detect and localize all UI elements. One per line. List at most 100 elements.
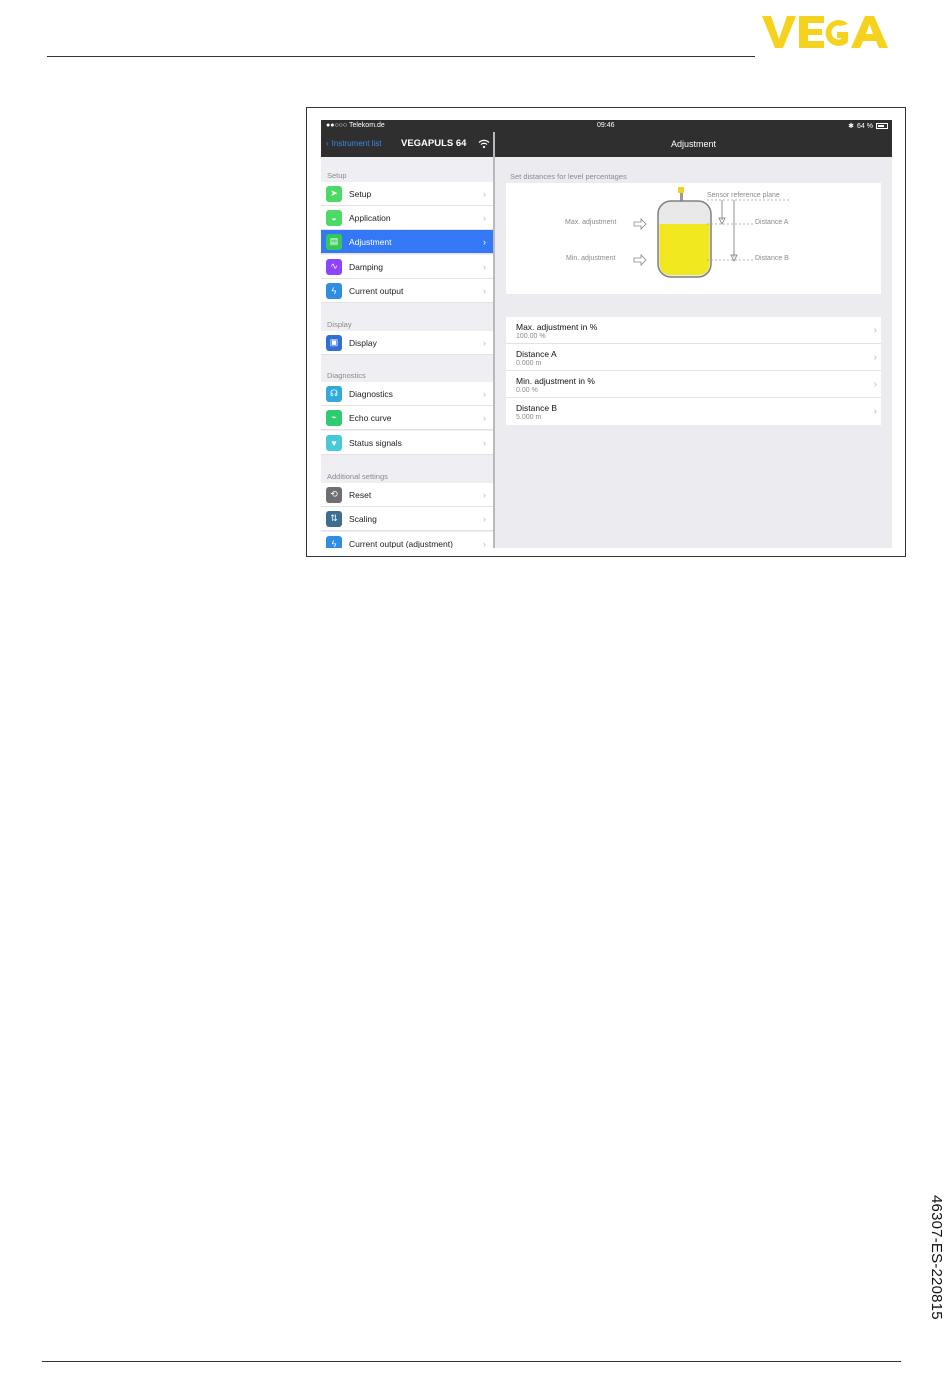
echo-curve-icon: ⌁ bbox=[326, 409, 342, 426]
document-code: 46307-ES-220815 bbox=[928, 1195, 945, 1320]
sidebar-menu: Setup ➤ Setup › ◒ Application › ▤ Adjust… bbox=[321, 157, 493, 548]
battery-indicator: ✱ 64 % bbox=[848, 122, 888, 130]
navigation-bar: ‹ Instrument list VEGAPULS 64 Adjustment bbox=[321, 132, 892, 157]
sidebar-item-setup[interactable]: ➤ Setup › bbox=[321, 182, 493, 206]
device-title: VEGAPULS 64 bbox=[401, 138, 467, 149]
app-screenshot-frame: ●●○○○ Telekom.de 09:46 ✱ 64 % ‹ Instrume… bbox=[306, 107, 906, 557]
sidebar-item-label: Reset bbox=[349, 489, 372, 500]
param-name: Distance B bbox=[516, 403, 558, 413]
param-value: 0.000 m bbox=[516, 360, 542, 367]
header-rule bbox=[47, 56, 755, 57]
sidebar-item-diagnostics[interactable]: ☊ Diagnostics › bbox=[321, 382, 493, 406]
param-value: 0.00 % bbox=[516, 387, 538, 394]
detail-pane: Set distances for level percentages Sens… bbox=[495, 157, 892, 548]
sidebar-item-application[interactable]: ◒ Application › bbox=[321, 206, 493, 230]
tank-fill bbox=[659, 224, 710, 275]
sidebar-item-reset[interactable]: ⟲ Reset › bbox=[321, 483, 493, 507]
sidebar-item-label: Echo curve bbox=[349, 412, 392, 423]
sidebar-item-echo-curve[interactable]: ⌁ Echo curve › bbox=[321, 406, 493, 430]
display-icon: ▣ bbox=[326, 334, 342, 351]
param-value: 5.000 m bbox=[516, 414, 542, 421]
min-adjustment-label: Min. adjustment bbox=[566, 255, 616, 262]
battery-icon bbox=[876, 123, 888, 129]
chevron-right-icon: › bbox=[483, 285, 486, 296]
section-header-display: Display bbox=[327, 320, 352, 329]
param-max-adjustment[interactable]: Max. adjustment in % 100.00 % › bbox=[506, 317, 881, 344]
scaling-icon: ⇅ bbox=[326, 510, 342, 527]
sidebar-item-current-output[interactable]: ϟ Current output › bbox=[321, 279, 493, 303]
wave-icon: ∿ bbox=[326, 258, 342, 275]
sidebar-item-display[interactable]: ▣ Display › bbox=[321, 331, 493, 355]
chevron-right-icon: › bbox=[483, 437, 486, 448]
section-header-setup: Setup bbox=[327, 171, 347, 180]
clock-text: 09:46 bbox=[597, 122, 615, 129]
tablet-screen: ●●○○○ Telekom.de 09:46 ✱ 64 % ‹ Instrume… bbox=[321, 120, 892, 548]
wifi-icon[interactable] bbox=[478, 139, 490, 149]
max-adjustment-label: Max. adjustment bbox=[565, 219, 617, 226]
footer-rule bbox=[42, 1361, 901, 1362]
param-distance-a[interactable]: Distance A 0.000 m › bbox=[506, 344, 881, 371]
diagram-caption: Set distances for level percentages bbox=[510, 172, 627, 181]
tank-diagram-graphic bbox=[633, 187, 791, 278]
sidebar-item-status-signals[interactable]: ♥ Status signals › bbox=[321, 431, 493, 455]
distance-a-label: Distance A bbox=[755, 219, 789, 226]
sensor-icon bbox=[678, 187, 684, 193]
sidebar-item-label: Current output bbox=[349, 285, 404, 296]
chevron-right-icon: › bbox=[873, 352, 877, 363]
chevron-right-icon: › bbox=[483, 412, 486, 423]
sidebar-item-label: Damping bbox=[349, 261, 384, 272]
back-button[interactable]: ‹ Instrument list bbox=[326, 139, 381, 148]
sidebar-item-label: Display bbox=[349, 337, 377, 348]
distance-b-label: Distance B bbox=[755, 255, 789, 262]
chevron-left-icon: ‹ bbox=[326, 139, 329, 148]
chevron-right-icon: › bbox=[483, 489, 486, 500]
arrow-right-icon bbox=[633, 254, 647, 266]
chevron-right-icon: › bbox=[483, 538, 486, 549]
arrow-right-icon bbox=[633, 218, 647, 230]
chevron-right-icon: › bbox=[483, 388, 486, 399]
chevron-right-icon: › bbox=[483, 513, 486, 524]
chevron-right-icon: › bbox=[483, 188, 486, 199]
chevron-right-icon: › bbox=[873, 379, 877, 390]
sidebar-item-adjustment[interactable]: ▤ Adjustment › bbox=[321, 230, 493, 254]
sidebar-item-current-output-adjustment[interactable]: ϟ Current output (adjustment) › bbox=[321, 532, 493, 548]
lightning-icon: ϟ bbox=[326, 535, 342, 548]
param-name: Min. adjustment in % bbox=[516, 376, 595, 386]
adjustment-diagram: Sensor reference plane Max. adjustment M… bbox=[506, 183, 881, 294]
lightning-icon: ϟ bbox=[326, 282, 342, 299]
back-button-label: Instrument list bbox=[331, 139, 382, 148]
tank-icon: ◒ bbox=[326, 209, 342, 226]
param-distance-b[interactable]: Distance B 5.000 m › bbox=[506, 398, 881, 425]
chevron-right-icon: › bbox=[483, 236, 486, 247]
battery-percent: 64 % bbox=[857, 122, 873, 130]
sidebar-item-label: Status signals bbox=[349, 437, 402, 448]
sidebar-item-label: Scaling bbox=[349, 513, 377, 524]
parameter-list: Max. adjustment in % 100.00 % › Distance… bbox=[506, 317, 881, 425]
chevron-right-icon: › bbox=[483, 212, 486, 223]
sidebar-item-scaling[interactable]: ⇅ Scaling › bbox=[321, 507, 493, 531]
sidebar-item-label: Current output (adjustment) bbox=[349, 538, 453, 549]
vega-logo bbox=[762, 16, 888, 48]
chevron-right-icon: › bbox=[483, 261, 486, 272]
reset-icon: ⟲ bbox=[326, 486, 342, 503]
heart-icon: ♥ bbox=[326, 434, 342, 451]
section-header-diagnostics: Diagnostics bbox=[327, 371, 366, 380]
param-name: Max. adjustment in % bbox=[516, 322, 598, 332]
param-value: 100.00 % bbox=[516, 333, 546, 340]
stethoscope-icon: ☊ bbox=[326, 385, 342, 402]
section-header-additional-settings: Additional settings bbox=[327, 472, 388, 481]
chevron-right-icon: › bbox=[483, 337, 486, 348]
sidebar-item-label: Diagnostics bbox=[349, 388, 393, 399]
paper-plane-icon: ➤ bbox=[326, 185, 342, 202]
param-min-adjustment[interactable]: Min. adjustment in % 0.00 % › bbox=[506, 371, 881, 398]
sensor-reference-label: Sensor reference plane bbox=[707, 192, 780, 199]
sidebar-item-label: Application bbox=[349, 212, 391, 223]
chevron-right-icon: › bbox=[873, 325, 877, 336]
sidebar-item-label: Adjustment bbox=[349, 236, 392, 247]
param-name: Distance A bbox=[516, 349, 557, 359]
sidebar-item-label: Setup bbox=[349, 188, 372, 199]
detail-title: Adjustment bbox=[670, 139, 717, 149]
bluetooth-icon: ✱ bbox=[848, 123, 855, 130]
status-bar: ●●○○○ Telekom.de 09:46 ✱ 64 % bbox=[321, 120, 892, 132]
sidebar-item-damping[interactable]: ∿ Damping › bbox=[321, 255, 493, 279]
